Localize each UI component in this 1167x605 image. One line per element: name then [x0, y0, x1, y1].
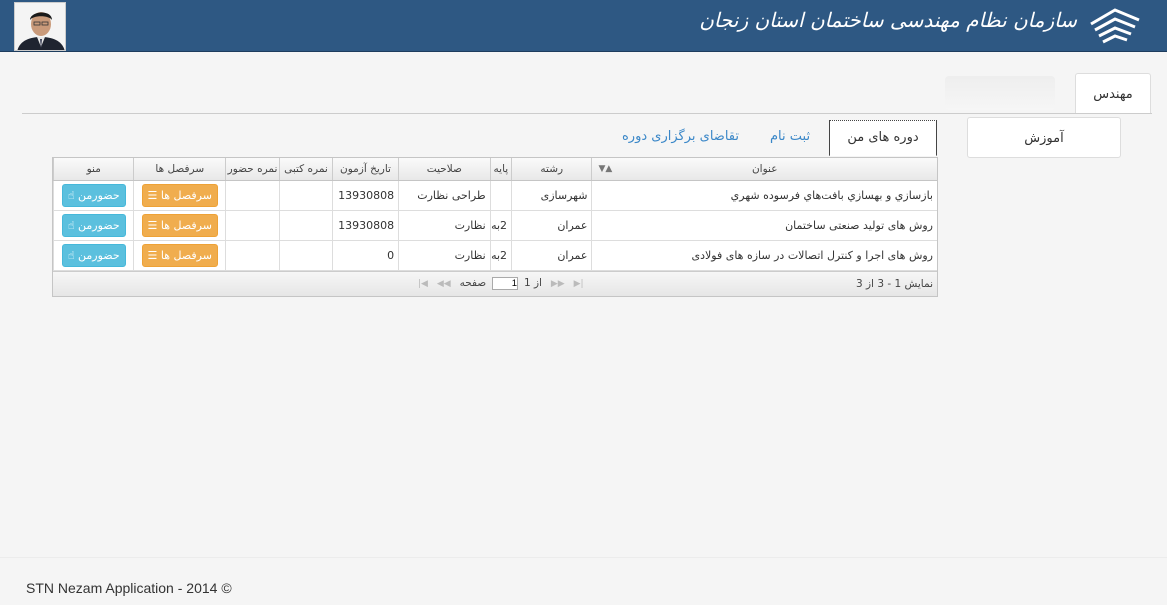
attendance-button-label: حضورمن [78, 188, 120, 202]
cell-menu: حضورمن ☝ [52, 210, 134, 241]
syllabus-button-label: سرفصل ها [160, 248, 212, 262]
app-header: سازمان نظام مهندسی ساختمان استان زنجان [0, 0, 1167, 52]
col-written-score-header[interactable]: نمره کتبی [279, 158, 333, 181]
cell-qualification: نظارت [398, 210, 491, 241]
cell-menu: حضورمن ☝ [52, 240, 134, 271]
col-grade-header[interactable]: پایه [489, 158, 512, 181]
cell-title: روش های اجرا و کنترل اتصالات در سازه های… [591, 240, 937, 271]
tab-request-course[interactable]: تقاضای برگزاری دوره [622, 120, 739, 156]
cell-exam-date: 13930808 [331, 210, 399, 241]
cell-exam-date: 13930808 [331, 180, 399, 211]
col-title-header[interactable]: عنوان ▲▼ [591, 158, 937, 181]
cell-menu: حضورمن ☝ [52, 180, 134, 211]
cell-written-score [279, 180, 333, 211]
col-title-label: عنوان [751, 162, 778, 175]
table-row[interactable]: روش های اجرا و کنترل اتصالات در سازه های… [52, 240, 937, 271]
cell-grade [489, 180, 512, 211]
col-attendance-score-header[interactable]: نمره حضور [225, 158, 280, 181]
sort-arrows-icon[interactable]: ▲▼ [598, 164, 612, 174]
list-icon: ☰ [147, 218, 158, 232]
pager-of-label: از 1 [523, 277, 542, 289]
footer-copyright: STN Nezam Application - 2014 © [26, 580, 232, 596]
hand-pointer-icon: ☝ [67, 188, 75, 202]
attendance-button[interactable]: حضورمن ☝ [61, 243, 126, 267]
col-field-header[interactable]: رشته [511, 158, 592, 181]
last-page-icon[interactable]: ▶| [574, 279, 584, 289]
hand-pointer-icon: ☝ [67, 218, 75, 232]
tab-placeholder [945, 76, 1055, 110]
hand-pointer-icon: ☝ [67, 248, 75, 262]
cell-attendance-score [225, 210, 280, 241]
pager-record-info: نمایش 1 - 3 از 3 [855, 278, 933, 290]
cell-grade: 2به1 [489, 240, 512, 271]
syllabus-button-label: سرفصل ها [160, 218, 212, 232]
col-syllabus-header[interactable]: سرفصل ها [133, 158, 226, 181]
cell-syllabus: سرفصل ها ☰ [133, 240, 226, 271]
cell-syllabus: سرفصل ها ☰ [133, 180, 226, 211]
building-roof-logo-icon [1089, 6, 1141, 46]
cell-attendance-score [225, 240, 280, 271]
prev-page-icon[interactable]: ◀◀ [437, 279, 451, 289]
courses-grid: عنوان ▲▼ رشته پایه صلاحیت تاریخ آزمون نمر… [52, 157, 938, 297]
pager-navigation: |◀ ◀◀ از 1 صفحه ▶▶ ▶| [415, 277, 587, 290]
list-icon: ☰ [147, 248, 158, 262]
cell-field: عمران [511, 210, 592, 241]
cell-qualification: نظارت [398, 240, 491, 271]
attendance-button-label: حضورمن [78, 218, 120, 232]
syllabus-button[interactable]: سرفصل ها ☰ [141, 213, 218, 237]
table-row[interactable]: روش های تولید صنعتی ساختمان عمران 2به1 ن… [52, 210, 937, 241]
attendance-button-label: حضورمن [78, 248, 120, 262]
attendance-button[interactable]: حضورمن ☝ [61, 213, 126, 237]
next-page-icon[interactable]: ▶▶ [551, 279, 565, 289]
cell-title: بازسازي و بهسازي بافت‌هاي فرسوده شهري [591, 180, 937, 211]
cell-grade: 2به1 [489, 210, 512, 241]
cell-written-score [279, 240, 333, 271]
syllabus-button[interactable]: سرفصل ها ☰ [141, 243, 218, 267]
cell-field: شهرسازی [511, 180, 592, 211]
organization-title: سازمان نظام مهندسی ساختمان استان زنجان [699, 8, 1077, 32]
tabs-divider [22, 113, 1152, 114]
cell-attendance-score [225, 180, 280, 211]
col-exam-date-header[interactable]: تاریخ آزمون [331, 158, 399, 181]
table-row[interactable]: بازسازي و بهسازي بافت‌هاي فرسوده شهري شه… [52, 180, 937, 211]
cell-syllabus: سرفصل ها ☰ [133, 210, 226, 241]
grid-header-row: عنوان ▲▼ رشته پایه صلاحیت تاریخ آزمون نمر… [52, 158, 937, 181]
first-page-icon[interactable]: |◀ [418, 279, 428, 289]
footer-divider [0, 557, 1167, 558]
tab-my-courses[interactable]: دوره های من [829, 120, 937, 156]
syllabus-button-label: سرفصل ها [160, 188, 212, 202]
syllabus-button[interactable]: سرفصل ها ☰ [141, 183, 218, 207]
cell-written-score [279, 210, 333, 241]
pager-page-label: صفحه [459, 277, 487, 289]
tab-register[interactable]: ثبت نام [770, 120, 810, 156]
cell-qualification: طراحی نظارت [398, 180, 491, 211]
side-menu-education[interactable]: آموزش [967, 117, 1121, 158]
cell-field: عمران [511, 240, 592, 271]
tab-engineer[interactable]: مهندس [1075, 73, 1151, 114]
cell-exam-date: 0 [331, 240, 399, 271]
user-avatar[interactable] [14, 2, 66, 51]
col-qualification-header[interactable]: صلاحیت [398, 158, 491, 181]
page-number-input[interactable] [492, 277, 519, 290]
cell-title: روش های تولید صنعتی ساختمان [591, 210, 937, 241]
attendance-button[interactable]: حضورمن ☝ [61, 183, 126, 207]
list-icon: ☰ [147, 188, 158, 202]
col-menu-header[interactable]: منو [52, 158, 134, 181]
grid-pager: نمایش 1 - 3 از 3 |◀ ◀◀ از 1 صفحه ▶▶ ▶| [53, 271, 937, 296]
